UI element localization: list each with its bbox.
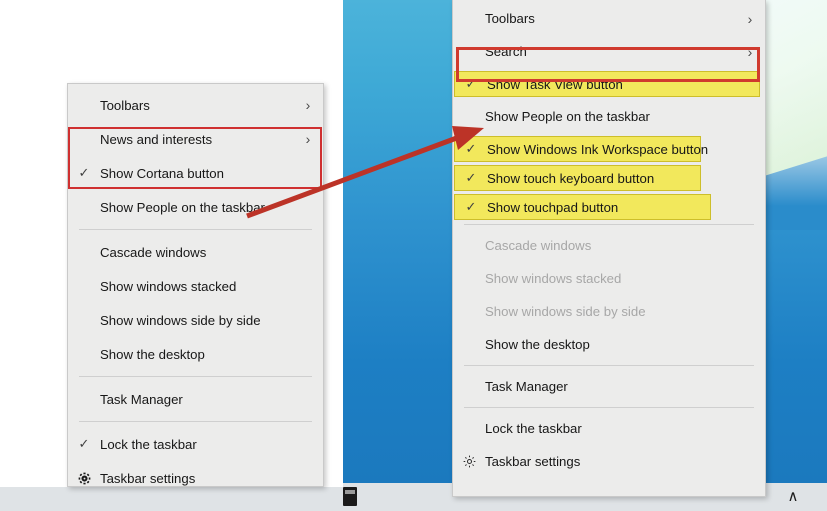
chevron-right-icon: ›	[305, 97, 311, 113]
menu-item-show-task-view-button[interactable]: ✓ Show Task View button	[454, 71, 760, 97]
menu-separator	[464, 365, 754, 366]
menu-separator	[464, 407, 754, 408]
menu-item-label: Show People on the taskbar	[485, 109, 650, 124]
menu-item-label: Task Manager	[100, 391, 183, 407]
screenshot-root: ∧ Toolbars › News and interests › ✓ Show Cort…	[0, 0, 827, 511]
menu-item-show-windows-side-by-side: Show windows side by side	[453, 295, 765, 328]
menu-item-search[interactable]: Search ›	[453, 35, 765, 68]
menu-item-toolbars[interactable]: Toolbars ›	[68, 88, 323, 122]
menu-item-label: Toolbars	[100, 97, 150, 113]
menu-item-show-windows-ink-workspace-button[interactable]: ✓ Show Windows Ink Workspace button	[454, 136, 708, 162]
menu-item-task-manager[interactable]: Task Manager	[453, 370, 765, 403]
menu-item-show-people-on-the-taskbar[interactable]: Show People on the taskbar	[453, 100, 765, 133]
menu-item-label: Search	[485, 44, 527, 59]
menu-item-label: Show Task View button	[487, 76, 623, 92]
menu-item-show-windows-side-by-side[interactable]: Show windows side by side	[68, 303, 323, 337]
menu-item-cascade-windows[interactable]: Cascade windows	[68, 235, 323, 269]
taskbar-context-menu-old[interactable]: Toolbars › Search › ✓ Show Task View button Sh…	[452, 0, 766, 497]
menu-item-label: Taskbar settings	[485, 454, 581, 469]
menu-item-cascade-windows: Cascade windows	[453, 229, 765, 262]
gear-icon	[68, 471, 100, 486]
menu-item-label: Show Cortana button	[100, 165, 224, 181]
menu-item-label: Cascade windows	[100, 244, 207, 260]
menu-item-label: Show the desktop	[485, 337, 590, 352]
menu-item-label: Show windows side by side	[100, 312, 261, 328]
taskbar-context-menu-new[interactable]: Toolbars › News and interests › ✓ Show Cortan…	[67, 83, 324, 487]
checkmark-icon: ✓	[78, 436, 90, 451]
checkmark-icon: ✓	[465, 199, 477, 214]
menu-item-show-cortana-button[interactable]: ✓ Show Cortana button	[68, 156, 323, 190]
menu-item-label: Cascade windows	[485, 238, 592, 253]
menu-item-label: Show touch keyboard button	[487, 170, 655, 186]
menu-separator	[79, 421, 312, 422]
menu-item-news-and-interests[interactable]: News and interests ›	[68, 122, 323, 156]
menu-item-label: Show windows side by side	[485, 304, 646, 319]
app-icon[interactable]	[343, 487, 357, 506]
menu-separator	[464, 224, 754, 225]
menu-item-lock-the-taskbar[interactable]: ✓ Lock the taskbar	[68, 427, 323, 461]
gear-icon	[453, 454, 485, 469]
menu-item-task-manager[interactable]: Task Manager	[68, 382, 323, 416]
menu-item-label: Show Windows Ink Workspace button	[487, 141, 709, 157]
menu-item-show-windows-stacked: Show windows stacked	[453, 262, 765, 295]
checkmark-icon: ✓	[465, 76, 477, 91]
menu-item-show-touch-keyboard-button[interactable]: ✓ Show touch keyboard button	[454, 165, 701, 191]
menu-item-toolbars[interactable]: Toolbars ›	[453, 2, 765, 35]
menu-item-show-windows-stacked[interactable]: Show windows stacked	[68, 269, 323, 303]
chevron-right-icon: ›	[747, 43, 753, 60]
menu-separator	[79, 376, 312, 377]
menu-item-label: Lock the taskbar	[100, 436, 197, 452]
menu-item-taskbar-settings[interactable]: Taskbar settings	[453, 445, 765, 478]
menu-item-label: Lock the taskbar	[485, 421, 582, 436]
menu-item-label: Task Manager	[485, 379, 568, 394]
menu-separator	[79, 229, 312, 230]
menu-item-label: Taskbar settings	[100, 470, 196, 486]
chevron-right-icon: ›	[305, 131, 311, 147]
menu-item-show-the-desktop[interactable]: Show the desktop	[68, 337, 323, 371]
menu-item-show-people-on-the-taskbar[interactable]: Show People on the taskbar	[68, 190, 323, 224]
checkmark-icon: ✓	[78, 165, 90, 180]
menu-item-label: Toolbars	[485, 11, 535, 26]
menu-item-label: Show the desktop	[100, 346, 205, 362]
menu-item-lock-the-taskbar[interactable]: Lock the taskbar	[453, 412, 765, 445]
menu-item-label: Show People on the taskbar	[100, 199, 265, 215]
menu-item-label: News and interests	[100, 131, 213, 147]
chevron-right-icon: ›	[747, 10, 753, 27]
checkmark-icon: ✓	[465, 170, 477, 185]
menu-item-label: Show windows stacked	[485, 271, 622, 286]
menu-item-label: Show touchpad button	[487, 199, 619, 215]
menu-item-show-the-desktop[interactable]: Show the desktop	[453, 328, 765, 361]
menu-item-label: Show windows stacked	[100, 278, 237, 294]
menu-item-show-touchpad-button[interactable]: ✓ Show touchpad button	[454, 194, 711, 220]
checkmark-icon: ✓	[465, 141, 477, 156]
menu-item-taskbar-settings[interactable]: Taskbar settings	[68, 461, 323, 495]
chevron-up-icon[interactable]: ∧	[784, 489, 802, 505]
